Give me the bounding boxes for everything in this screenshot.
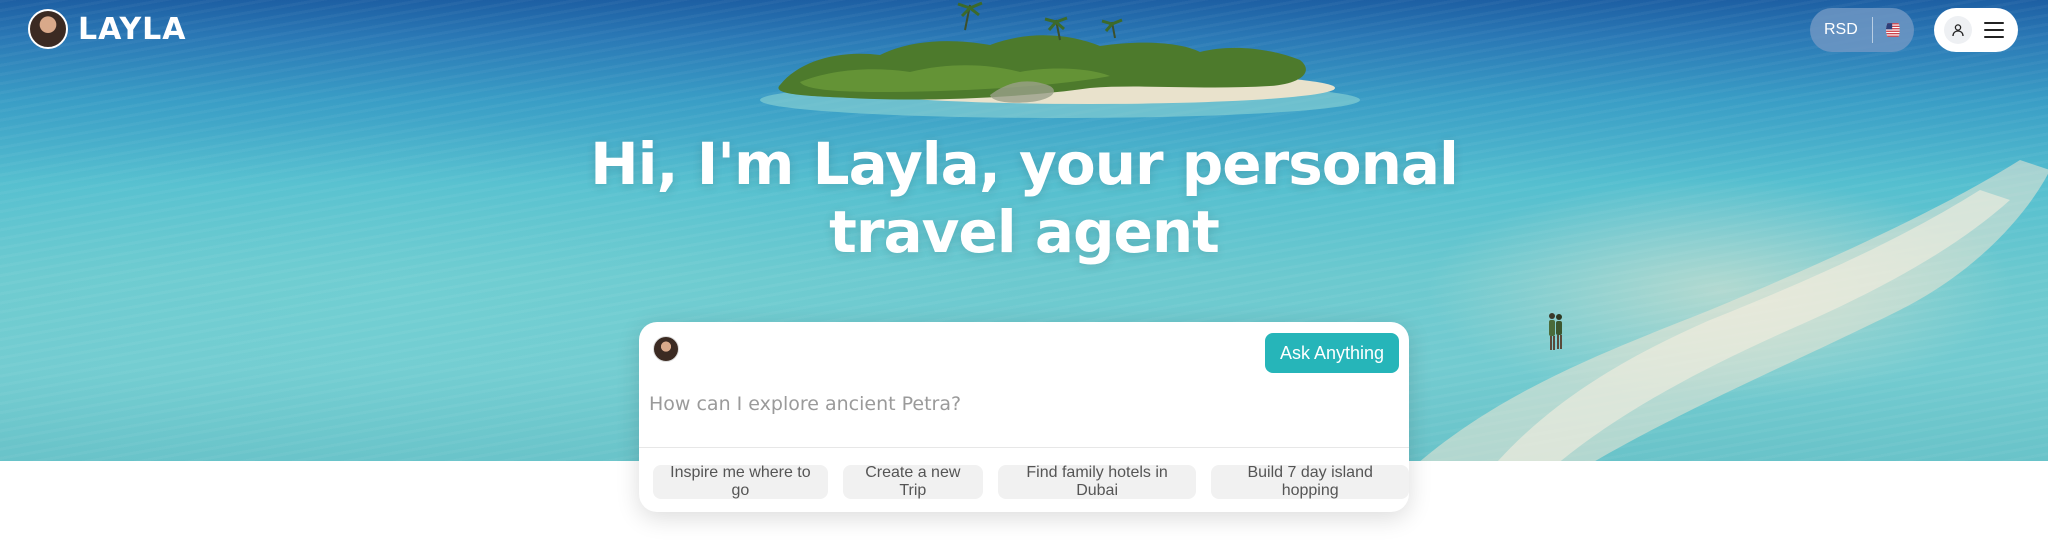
island-image [760,1,1360,118]
headline-line-2: travel agent [829,198,1220,266]
layla-avatar-icon [28,9,68,49]
account-menu-button[interactable] [1934,8,2018,52]
brand-name: LAYLA [78,11,187,47]
us-flag-icon [1886,23,1900,37]
divider [1871,17,1873,43]
page-headline: Hi, I'm Layla, your personal travel agen… [0,130,2048,266]
headline-line-1: Hi, I'm Layla, your personal [590,130,1459,198]
chat-card: Ask Anything Inspire me where to go Crea… [639,322,1409,512]
chat-prompt-input[interactable] [649,384,1389,424]
people-image [1549,313,1562,350]
suggestion-inspire[interactable]: Inspire me where to go [653,464,828,499]
currency-language-selector[interactable]: RSD [1810,8,1914,52]
suggestion-family-hotels[interactable]: Find family hotels in Dubai [997,464,1197,499]
suggestion-island-hopping[interactable]: Build 7 day island hopping [1211,464,1409,499]
hamburger-menu-icon[interactable] [1984,22,2004,38]
currency-code: RSD [1824,21,1858,38]
layla-avatar-icon [653,336,679,362]
brand-logo[interactable]: LAYLA [28,9,187,49]
user-icon[interactable] [1944,16,1972,44]
divider [639,447,1409,448]
suggestion-new-trip[interactable]: Create a new Trip [842,464,983,499]
ask-anything-button[interactable]: Ask Anything [1265,333,1399,373]
suggestion-chips: Inspire me where to go Create a new Trip… [653,464,1409,499]
